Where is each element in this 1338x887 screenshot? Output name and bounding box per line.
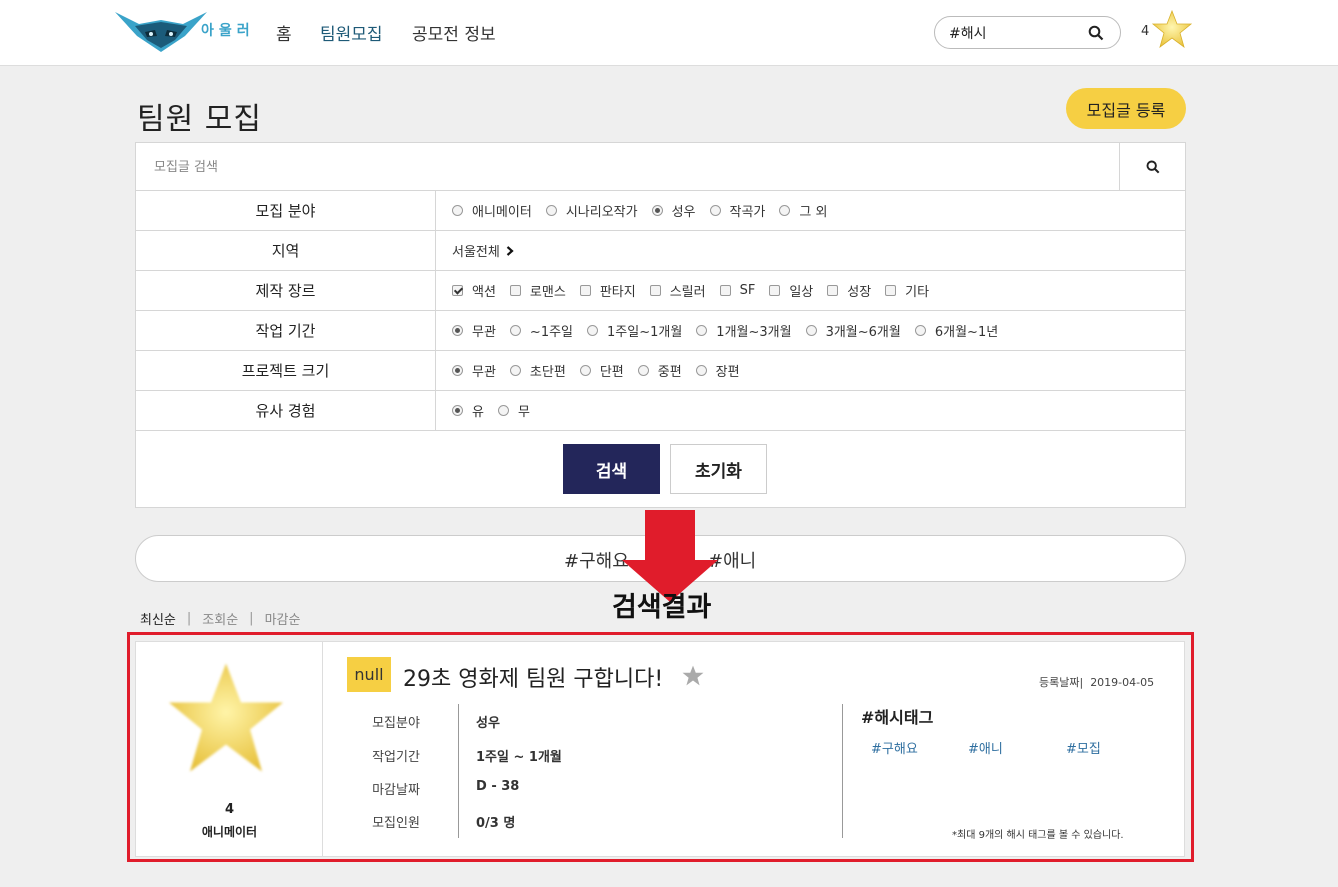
- filter-options-genre: 액션 로맨스 판타지 스릴러 SF 일상 성장 기타: [452, 271, 943, 310]
- nav-home[interactable]: 홈: [276, 20, 292, 45]
- sort-latest[interactable]: 최신순: [140, 609, 176, 628]
- sort-divider: |: [249, 611, 254, 626]
- filter-options-period: 무관 ~1주일 1주일~1개월 1개월~3개월 3개월~6개월 6개월~1년: [452, 311, 1012, 350]
- register-post-button[interactable]: 모집글 등록: [1066, 88, 1186, 129]
- reset-button[interactable]: 초기화: [670, 444, 767, 494]
- search-button[interactable]: 검색: [563, 444, 660, 494]
- filter-row-region: 지역 서울전체: [136, 231, 1185, 271]
- radio-period-any[interactable]: 무관: [452, 321, 496, 340]
- checkbox-genre-etc[interactable]: 기타: [885, 281, 929, 300]
- sort-divider: |: [186, 611, 192, 626]
- radio-period-6months[interactable]: 3개월~6개월: [805, 321, 901, 340]
- post-search-button[interactable]: [1119, 143, 1185, 190]
- filter-row-period: 작업 기간 무관 ~1주일 1주일~1개월 1개월~3개월 3개월~6개월 6개…: [136, 311, 1185, 351]
- radio-experience-no[interactable]: 무: [497, 401, 530, 420]
- chevron-right-icon: [506, 245, 514, 256]
- post-search-input[interactable]: [154, 156, 1054, 178]
- radio-period-1year[interactable]: 6개월~1년: [914, 321, 998, 340]
- search-icon: [1146, 160, 1159, 173]
- checkbox-genre-fantasy[interactable]: 판타지: [579, 281, 636, 300]
- radio-field-other[interactable]: 그 외: [779, 201, 827, 220]
- radio-size-long[interactable]: 장편: [695, 361, 740, 380]
- radio-field-animator[interactable]: 애니메이터: [452, 201, 532, 220]
- checkbox-genre-thriller[interactable]: 스릴러: [649, 281, 706, 300]
- radio-experience-yes[interactable]: 유: [452, 401, 484, 420]
- filter-label-genre: 제작 장르: [136, 271, 436, 310]
- filter-label-region: 지역: [136, 231, 436, 270]
- filter-label-size: 프로젝트 크기: [136, 351, 436, 390]
- post-search-bar: [136, 143, 1185, 191]
- radio-field-scenario[interactable]: 시나리오작가: [545, 201, 638, 220]
- radio-period-3months[interactable]: 1개월~3개월: [696, 321, 792, 340]
- checkbox-genre-sf[interactable]: SF: [719, 283, 755, 298]
- filter-row-field: 모집 분야 애니메이터 시나리오작가 성우 작곡가 그 외: [136, 191, 1185, 231]
- radio-period-1month[interactable]: 1주일~1개월: [587, 321, 682, 340]
- top-navigation-bar: 아울러 홈 팀원모집 공모전 정보 4: [0, 0, 1338, 66]
- radio-period-1week[interactable]: ~1주일: [509, 321, 573, 340]
- nav-contest-info[interactable]: 공모전 정보: [412, 20, 496, 45]
- result-highlight-frame: [127, 632, 1194, 862]
- radio-size-medium[interactable]: 중편: [637, 361, 682, 380]
- star-icon[interactable]: [1152, 10, 1192, 48]
- filter-label-period: 작업 기간: [136, 311, 436, 350]
- sort-deadline[interactable]: 마감순: [265, 609, 301, 628]
- radio-size-micro[interactable]: 초단편: [509, 361, 566, 380]
- radio-size-short[interactable]: 단편: [579, 361, 624, 380]
- search-icon[interactable]: [1088, 25, 1104, 41]
- checkbox-genre-romance[interactable]: 로맨스: [509, 281, 566, 300]
- search-result-label: 검색결과: [612, 592, 712, 623]
- logo-text[interactable]: 아울러: [201, 20, 255, 40]
- sort-options: 최신순 | 조회순 | 마감순: [140, 609, 300, 628]
- checkbox-genre-daily[interactable]: 일상: [769, 281, 813, 300]
- filter-options-region: 서울전체: [452, 231, 514, 270]
- owl-logo-icon[interactable]: [115, 10, 207, 54]
- hashtag-search-input[interactable]: [949, 23, 1079, 43]
- region-selector[interactable]: 서울전체: [452, 241, 514, 260]
- user-point-count: 4: [1141, 24, 1150, 39]
- page-title: 팀원 모집: [137, 102, 262, 137]
- nav-team-recruit[interactable]: 팀원모집: [320, 20, 383, 45]
- checkbox-genre-growth[interactable]: 성장: [827, 281, 871, 300]
- filter-options-experience: 유 무: [452, 391, 544, 430]
- filter-label-experience: 유사 경험: [136, 391, 436, 430]
- radio-field-voice[interactable]: 성우: [651, 201, 696, 220]
- filter-label-field: 모집 분야: [136, 191, 436, 230]
- checkbox-genre-action[interactable]: 액션: [452, 281, 496, 300]
- filter-options-field: 애니메이터 시나리오작가 성우 작곡가 그 외: [452, 191, 841, 230]
- radio-field-composer[interactable]: 작곡가: [709, 201, 765, 220]
- filter-panel: 모집 분야 애니메이터 시나리오작가 성우 작곡가 그 외 지역 서울전체 제작…: [135, 142, 1186, 508]
- radio-size-any[interactable]: 무관: [452, 361, 496, 380]
- sort-views[interactable]: 조회순: [202, 609, 238, 628]
- filter-row-genre: 제작 장르 액션 로맨스 판타지 스릴러 SF 일상 성장 기타: [136, 271, 1185, 311]
- filter-options-size: 무관 초단편 단편 중편 장편: [452, 351, 754, 390]
- hashtag-search-box: [934, 16, 1121, 49]
- filter-row-size: 프로젝트 크기 무관 초단편 단편 중편 장편: [136, 351, 1185, 391]
- filter-row-experience: 유사 경험 유 무: [136, 391, 1185, 431]
